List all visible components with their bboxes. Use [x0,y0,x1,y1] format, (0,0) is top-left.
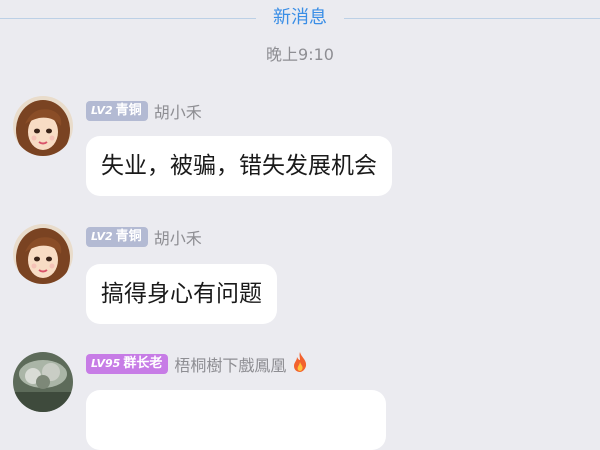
message-bubble[interactable]: 失业，被骗，错失发展机会 [86,136,392,196]
level-badge: LV95 群长老 [86,354,169,374]
new-messages-label: 新消息 [273,7,327,28]
badge-level: LV2 [91,230,113,243]
fire-icon [292,352,308,376]
new-messages-divider: 新消息 [0,6,600,30]
badge-title: 群长老 [123,356,163,371]
badge-title: 青铜 [115,103,142,118]
level-badge: LV2 青铜 [86,227,148,247]
badge-title: 青铜 [115,229,142,244]
message-header: LV2 青铜 胡小禾 [86,99,202,123]
female-avatar-icon[interactable] [13,224,73,284]
message-timestamp: 晚上9:10 [266,45,334,64]
badge-level: LV2 [91,104,113,117]
level-badge: LV2 青铜 [86,101,148,121]
divider-line-left [0,18,256,19]
sender-name[interactable]: 胡小禾 [154,99,202,123]
message-bubble[interactable]: 搞得身心有问题 [86,264,277,324]
message-header: LV95 群长老 梧桐樹下戲鳳凰 [86,352,308,376]
message-bubble[interactable] [86,390,386,450]
landscape-avatar-icon[interactable] [13,352,73,412]
message-header: LV2 青铜 胡小禾 [86,225,202,249]
divider-line-right [344,18,600,19]
sender-name[interactable]: 胡小禾 [154,225,202,249]
sender-name[interactable]: 梧桐樹下戲鳳凰 [174,352,286,376]
badge-level: LV95 [91,357,121,370]
female-avatar-icon[interactable] [13,96,73,156]
